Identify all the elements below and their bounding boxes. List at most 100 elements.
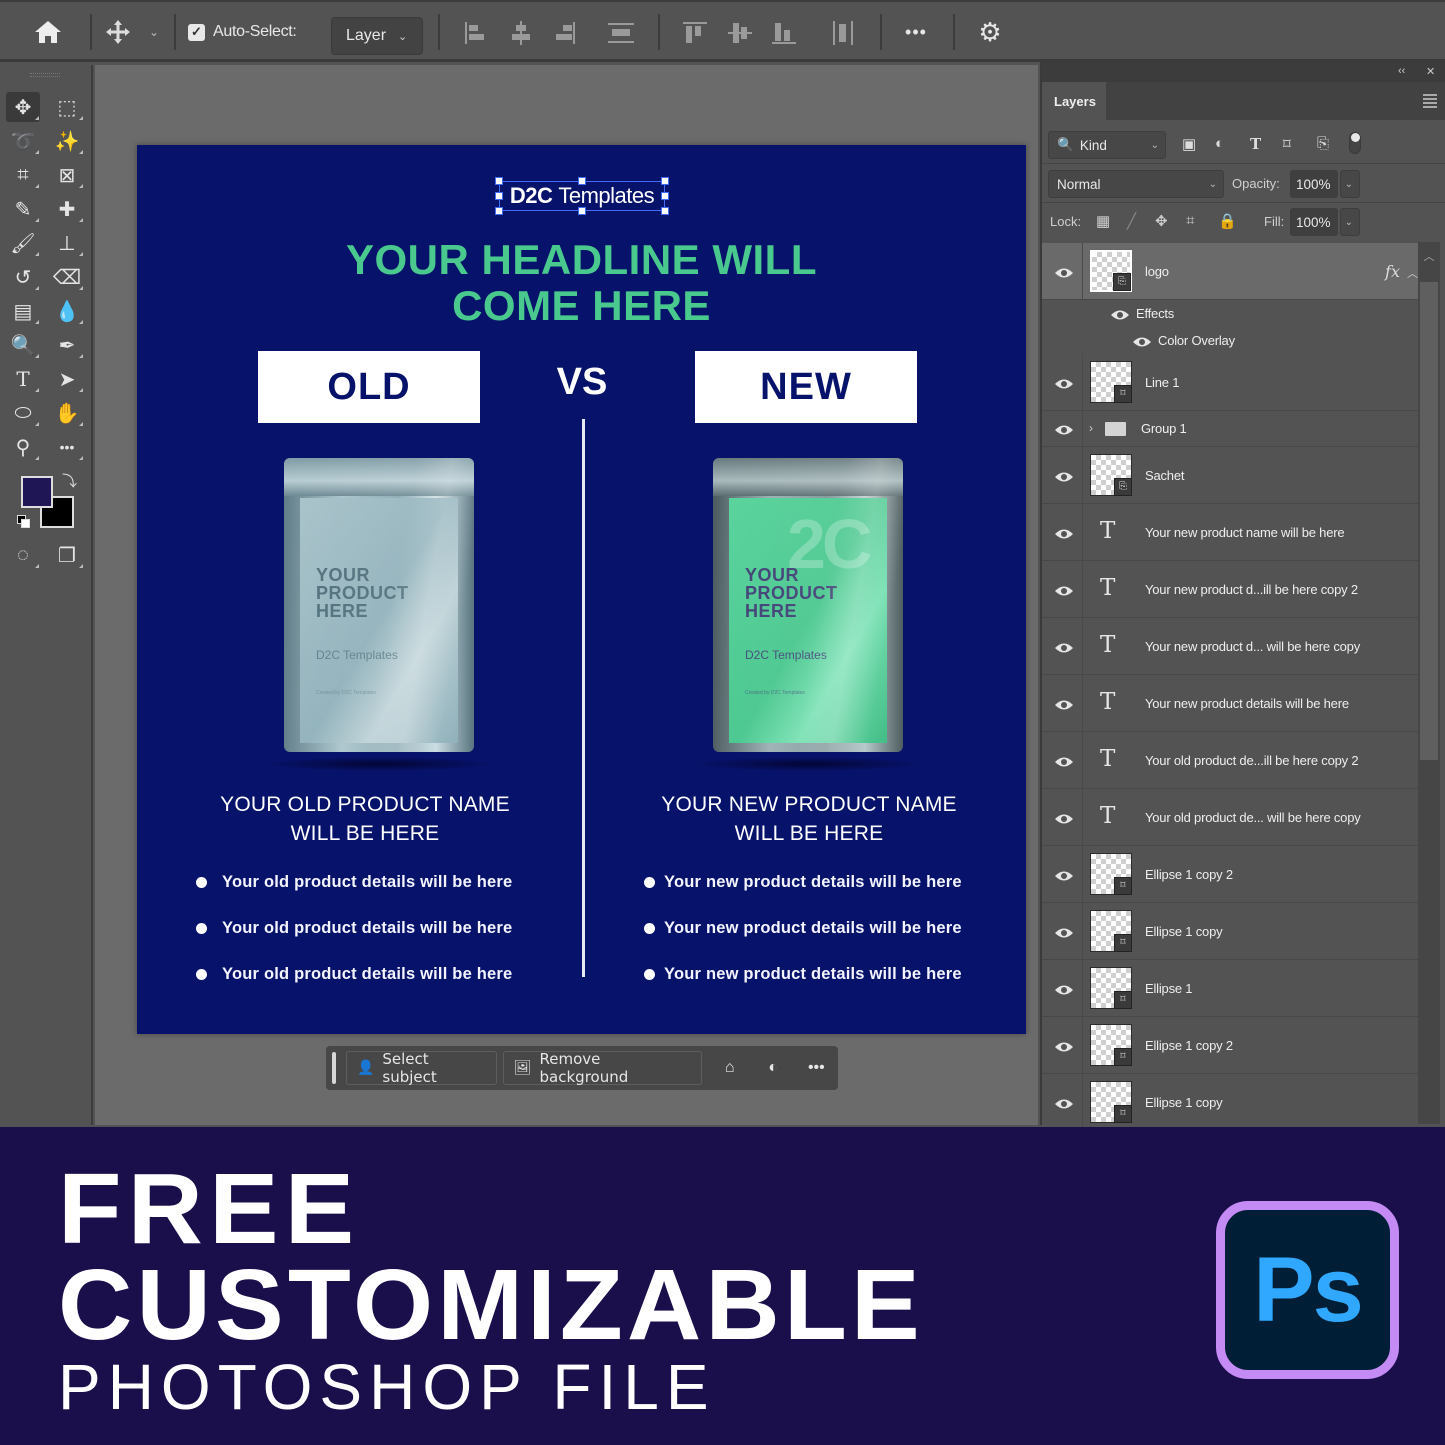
visibility-eye-icon[interactable] [1110, 308, 1130, 320]
default-colors-icon[interactable] [17, 515, 31, 529]
lock-artboard-icon[interactable]: ⌗ [1186, 212, 1194, 229]
visibility-eye-icon[interactable] [1054, 423, 1074, 435]
layer-row[interactable]: ⎘ Sachet [1042, 447, 1420, 504]
visibility-eye-icon[interactable] [1054, 584, 1074, 596]
filter-kind-dropdown[interactable]: 🔍 Kind ⌄ [1048, 131, 1166, 159]
distribute-vertical-button[interactable] [608, 20, 634, 46]
transform-handle[interactable] [661, 207, 669, 215]
fill-dropdown[interactable]: ⌄ [1340, 208, 1360, 236]
align-left-edges-button[interactable] [463, 20, 489, 46]
layer-row[interactable]: T Your old product de...ill be here copy … [1042, 732, 1420, 789]
eraser-tool[interactable]: ⌫ [50, 262, 84, 292]
path-selection-tool[interactable]: ➤ [50, 364, 84, 394]
layer-row[interactable]: ⌑ Ellipse 1 copy 2 [1042, 1017, 1420, 1074]
transform-handle[interactable] [578, 177, 586, 185]
move-tool-preset[interactable] [100, 2, 136, 62]
layer-row[interactable]: T Your new product d...ill be here copy 2 [1042, 561, 1420, 618]
move-tool[interactable]: ✥ [6, 92, 40, 122]
crop-tool[interactable]: ⌗ [6, 160, 40, 190]
layer-row[interactable]: T Your old product de... will be here cop… [1042, 789, 1420, 846]
brush-tool[interactable]: 🖌 [6, 228, 40, 258]
layers-scrollbar[interactable] [1418, 242, 1440, 1124]
layer-effects-fx-icon[interactable]: fx [1385, 262, 1400, 281]
filter-adjustment-layers-icon[interactable]: ◐ [1215, 135, 1224, 152]
quick-mask-mode[interactable]: ◌ [6, 540, 40, 570]
taskbar-drag-handle[interactable] [332, 1052, 336, 1084]
swap-colors-icon[interactable]: ⤵ [62, 470, 77, 491]
magic-wand-tool[interactable]: ✨ [50, 126, 84, 156]
selection-bounding-box[interactable] [495, 177, 669, 215]
collapse-panel-button[interactable]: ‹‹ [1398, 65, 1405, 77]
close-panel-button[interactable]: ✕ [1426, 65, 1435, 78]
visibility-eye-icon[interactable] [1054, 869, 1074, 881]
scroll-up-icon[interactable]: ︿ [1418, 242, 1440, 270]
visibility-eye-icon[interactable] [1054, 983, 1074, 995]
visibility-eye-icon[interactable] [1054, 698, 1074, 710]
lasso-tool[interactable]: ➰ [6, 126, 40, 156]
rectangular-marquee-tool[interactable]: ⬚ [50, 92, 84, 122]
lock-all-icon[interactable]: 🔒 [1218, 212, 1237, 230]
layer-row[interactable]: ⌑ Ellipse 1 [1042, 960, 1420, 1017]
filter-toggle[interactable] [1349, 132, 1361, 154]
align-top-edges-button[interactable] [682, 20, 708, 46]
pen-tool[interactable]: ✒ [50, 330, 84, 360]
align-right-edges-button[interactable] [551, 20, 577, 46]
edit-toolbar[interactable]: ••• [50, 432, 84, 462]
tool-preset-dropdown[interactable]: ⌄ [144, 2, 164, 62]
tab-layers[interactable]: Layers [1042, 82, 1106, 120]
visibility-eye-icon[interactable] [1054, 470, 1074, 482]
frame-tool[interactable]: ⊠ [50, 160, 84, 190]
transform-button[interactable]: ⌂ [708, 1051, 751, 1085]
layer-row[interactable]: ⌑ Ellipse 1 copy 2 [1042, 846, 1420, 903]
more-options-button[interactable]: ••• [896, 2, 936, 62]
layer-row[interactable]: ⎘ logo fx ︿ [1042, 243, 1420, 300]
lock-transparent-pixels-icon[interactable]: ▦ [1096, 212, 1110, 230]
hand-tool[interactable]: ✋ [50, 398, 84, 428]
layer-row[interactable]: T Your new product details will be here [1042, 675, 1420, 732]
dodge-tool[interactable]: 🔍 [6, 330, 40, 360]
filter-type-layers-icon[interactable]: T [1250, 135, 1261, 153]
layer-row[interactable]: T Your new product name will be here [1042, 504, 1420, 561]
panel-menu-icon[interactable] [1423, 94, 1437, 108]
clone-stamp-tool[interactable]: ⊥ [50, 228, 84, 258]
visibility-eye-icon[interactable] [1054, 1040, 1074, 1052]
collapse-effects-icon[interactable]: ︿ [1407, 265, 1418, 281]
settings-button[interactable]: ⚙ [972, 2, 1008, 62]
visibility-eye-icon[interactable] [1132, 335, 1152, 347]
layer-effect-row[interactable]: Color Overlay [1042, 327, 1420, 354]
align-bottom-edges-button[interactable] [771, 20, 797, 46]
visibility-eye-icon[interactable] [1054, 641, 1074, 653]
blur-tool[interactable]: 💧 [50, 296, 84, 326]
lock-position-icon[interactable]: ✥ [1155, 212, 1168, 230]
layer-row[interactable]: ⌑ Line 1 [1042, 354, 1420, 411]
remove-background-button[interactable]: 🖼 Remove background [502, 1050, 703, 1086]
select-subject-button[interactable]: 👤 Select subject [345, 1050, 497, 1086]
visibility-eye-icon[interactable] [1054, 377, 1074, 389]
auto-select-target-dropdown[interactable]: Layer ⌄ [331, 17, 423, 55]
visibility-eye-icon[interactable] [1054, 812, 1074, 824]
filter-pixel-layers-icon[interactable]: ▣ [1182, 135, 1196, 153]
taskbar-more-button[interactable]: ••• [795, 1051, 838, 1085]
transform-handle[interactable] [495, 207, 503, 215]
panel-grip[interactable] [30, 73, 60, 77]
opacity-dropdown[interactable]: ⌄ [1340, 170, 1360, 198]
visibility-eye-icon[interactable] [1054, 527, 1074, 539]
layer-row[interactable]: T Your new product d... will be here copy [1042, 618, 1420, 675]
distribute-horizontal-button[interactable] [830, 20, 856, 46]
align-vertical-centers-button[interactable] [727, 20, 753, 46]
visibility-eye-icon[interactable] [1054, 266, 1074, 278]
visibility-eye-icon[interactable] [1054, 1097, 1074, 1109]
filter-smart-objects-icon[interactable]: ⎘ [1317, 135, 1329, 152]
adjustment-button[interactable]: ◐ [751, 1051, 794, 1085]
layer-row[interactable]: ⌑ Ellipse 1 copy [1042, 903, 1420, 960]
home-button[interactable] [26, 2, 70, 62]
layer-row[interactable]: › Group 1 [1042, 411, 1420, 447]
ellipse-tool[interactable]: ⬭ [6, 398, 40, 428]
zoom-tool[interactable]: ⚲ [6, 432, 40, 462]
expand-chevron-icon[interactable]: › [1089, 421, 1093, 435]
transform-handle[interactable] [578, 207, 586, 215]
healing-brush-tool[interactable]: ✚ [50, 194, 84, 224]
layer-row[interactable]: ⌑ Ellipse 1 copy [1042, 1074, 1420, 1131]
scrollbar-thumb[interactable] [1420, 282, 1438, 760]
align-horizontal-centers-button[interactable] [508, 20, 534, 46]
